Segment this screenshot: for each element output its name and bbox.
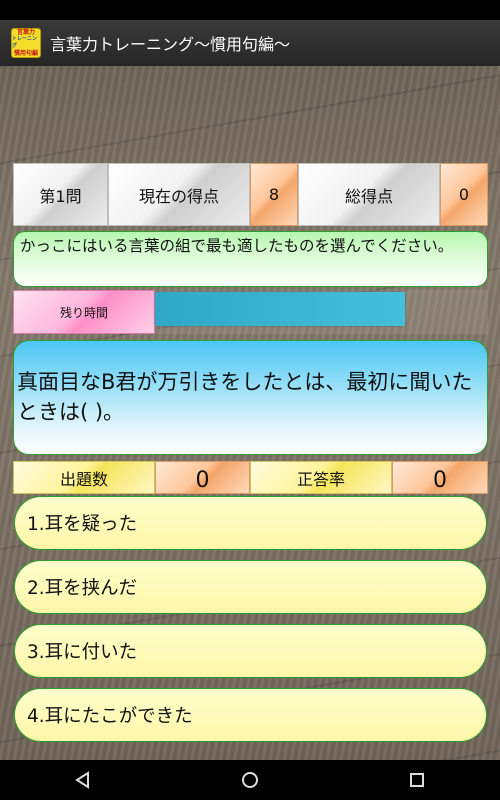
recents-button[interactable]: [397, 760, 437, 800]
app-logo-line2: トレーニング: [12, 36, 38, 49]
answer-button-3[interactable]: 3.耳に付いた: [14, 624, 487, 678]
score-row: 第1問 現在の得点 8 総得点 0: [13, 163, 488, 226]
question-count-label: 出題数: [13, 461, 155, 494]
back-button[interactable]: [63, 760, 103, 800]
app-bar: 言葉力 トレーニング 慣用句編 言葉力トレーニング〜慣用句編〜: [0, 20, 500, 66]
correct-rate-label: 正答率: [250, 461, 392, 494]
timer-row: 残り時間: [13, 290, 488, 334]
answer-button-1[interactable]: 1.耳を疑った: [14, 496, 487, 550]
timer-track: [155, 290, 488, 334]
total-score-label: 総得点: [298, 163, 440, 226]
recents-square-icon: [409, 773, 424, 787]
status-bar: [0, 0, 500, 20]
question-number: 第1問: [13, 163, 108, 226]
app-title: 言葉力トレーニング〜慣用句編〜: [50, 35, 291, 54]
total-score-value: 0: [440, 163, 488, 226]
app-logo-line3: 慣用句編: [13, 50, 38, 57]
question-count-value: 0: [155, 461, 250, 494]
current-score-value: 8: [250, 163, 298, 226]
app-logo-icon: 言葉力 トレーニング 慣用句編: [11, 28, 41, 58]
back-triangle-icon: [75, 771, 90, 789]
answer-button-4[interactable]: 4.耳にたこができた: [14, 688, 487, 742]
app-logo-line1: 言葉力: [16, 29, 35, 36]
home-circle-icon: [241, 772, 258, 788]
current-score-label: 現在の得点: [108, 163, 250, 226]
answer-button-2[interactable]: 2.耳を挟んだ: [14, 560, 487, 614]
timer-progress-bar: [155, 292, 405, 326]
timer-label: 残り時間: [13, 290, 155, 334]
system-nav-bar: [0, 760, 500, 800]
home-button[interactable]: [230, 760, 270, 800]
stats-row: 出題数 0 正答率 0: [13, 461, 488, 494]
question-text: 真面目なB君が万引きをしたとは、最初に聞いたときは( )。: [13, 340, 488, 455]
correct-rate-value: 0: [392, 461, 488, 494]
instruction-text: かっこにはいる言葉の組で最も適したものを選んでください。: [13, 231, 488, 287]
